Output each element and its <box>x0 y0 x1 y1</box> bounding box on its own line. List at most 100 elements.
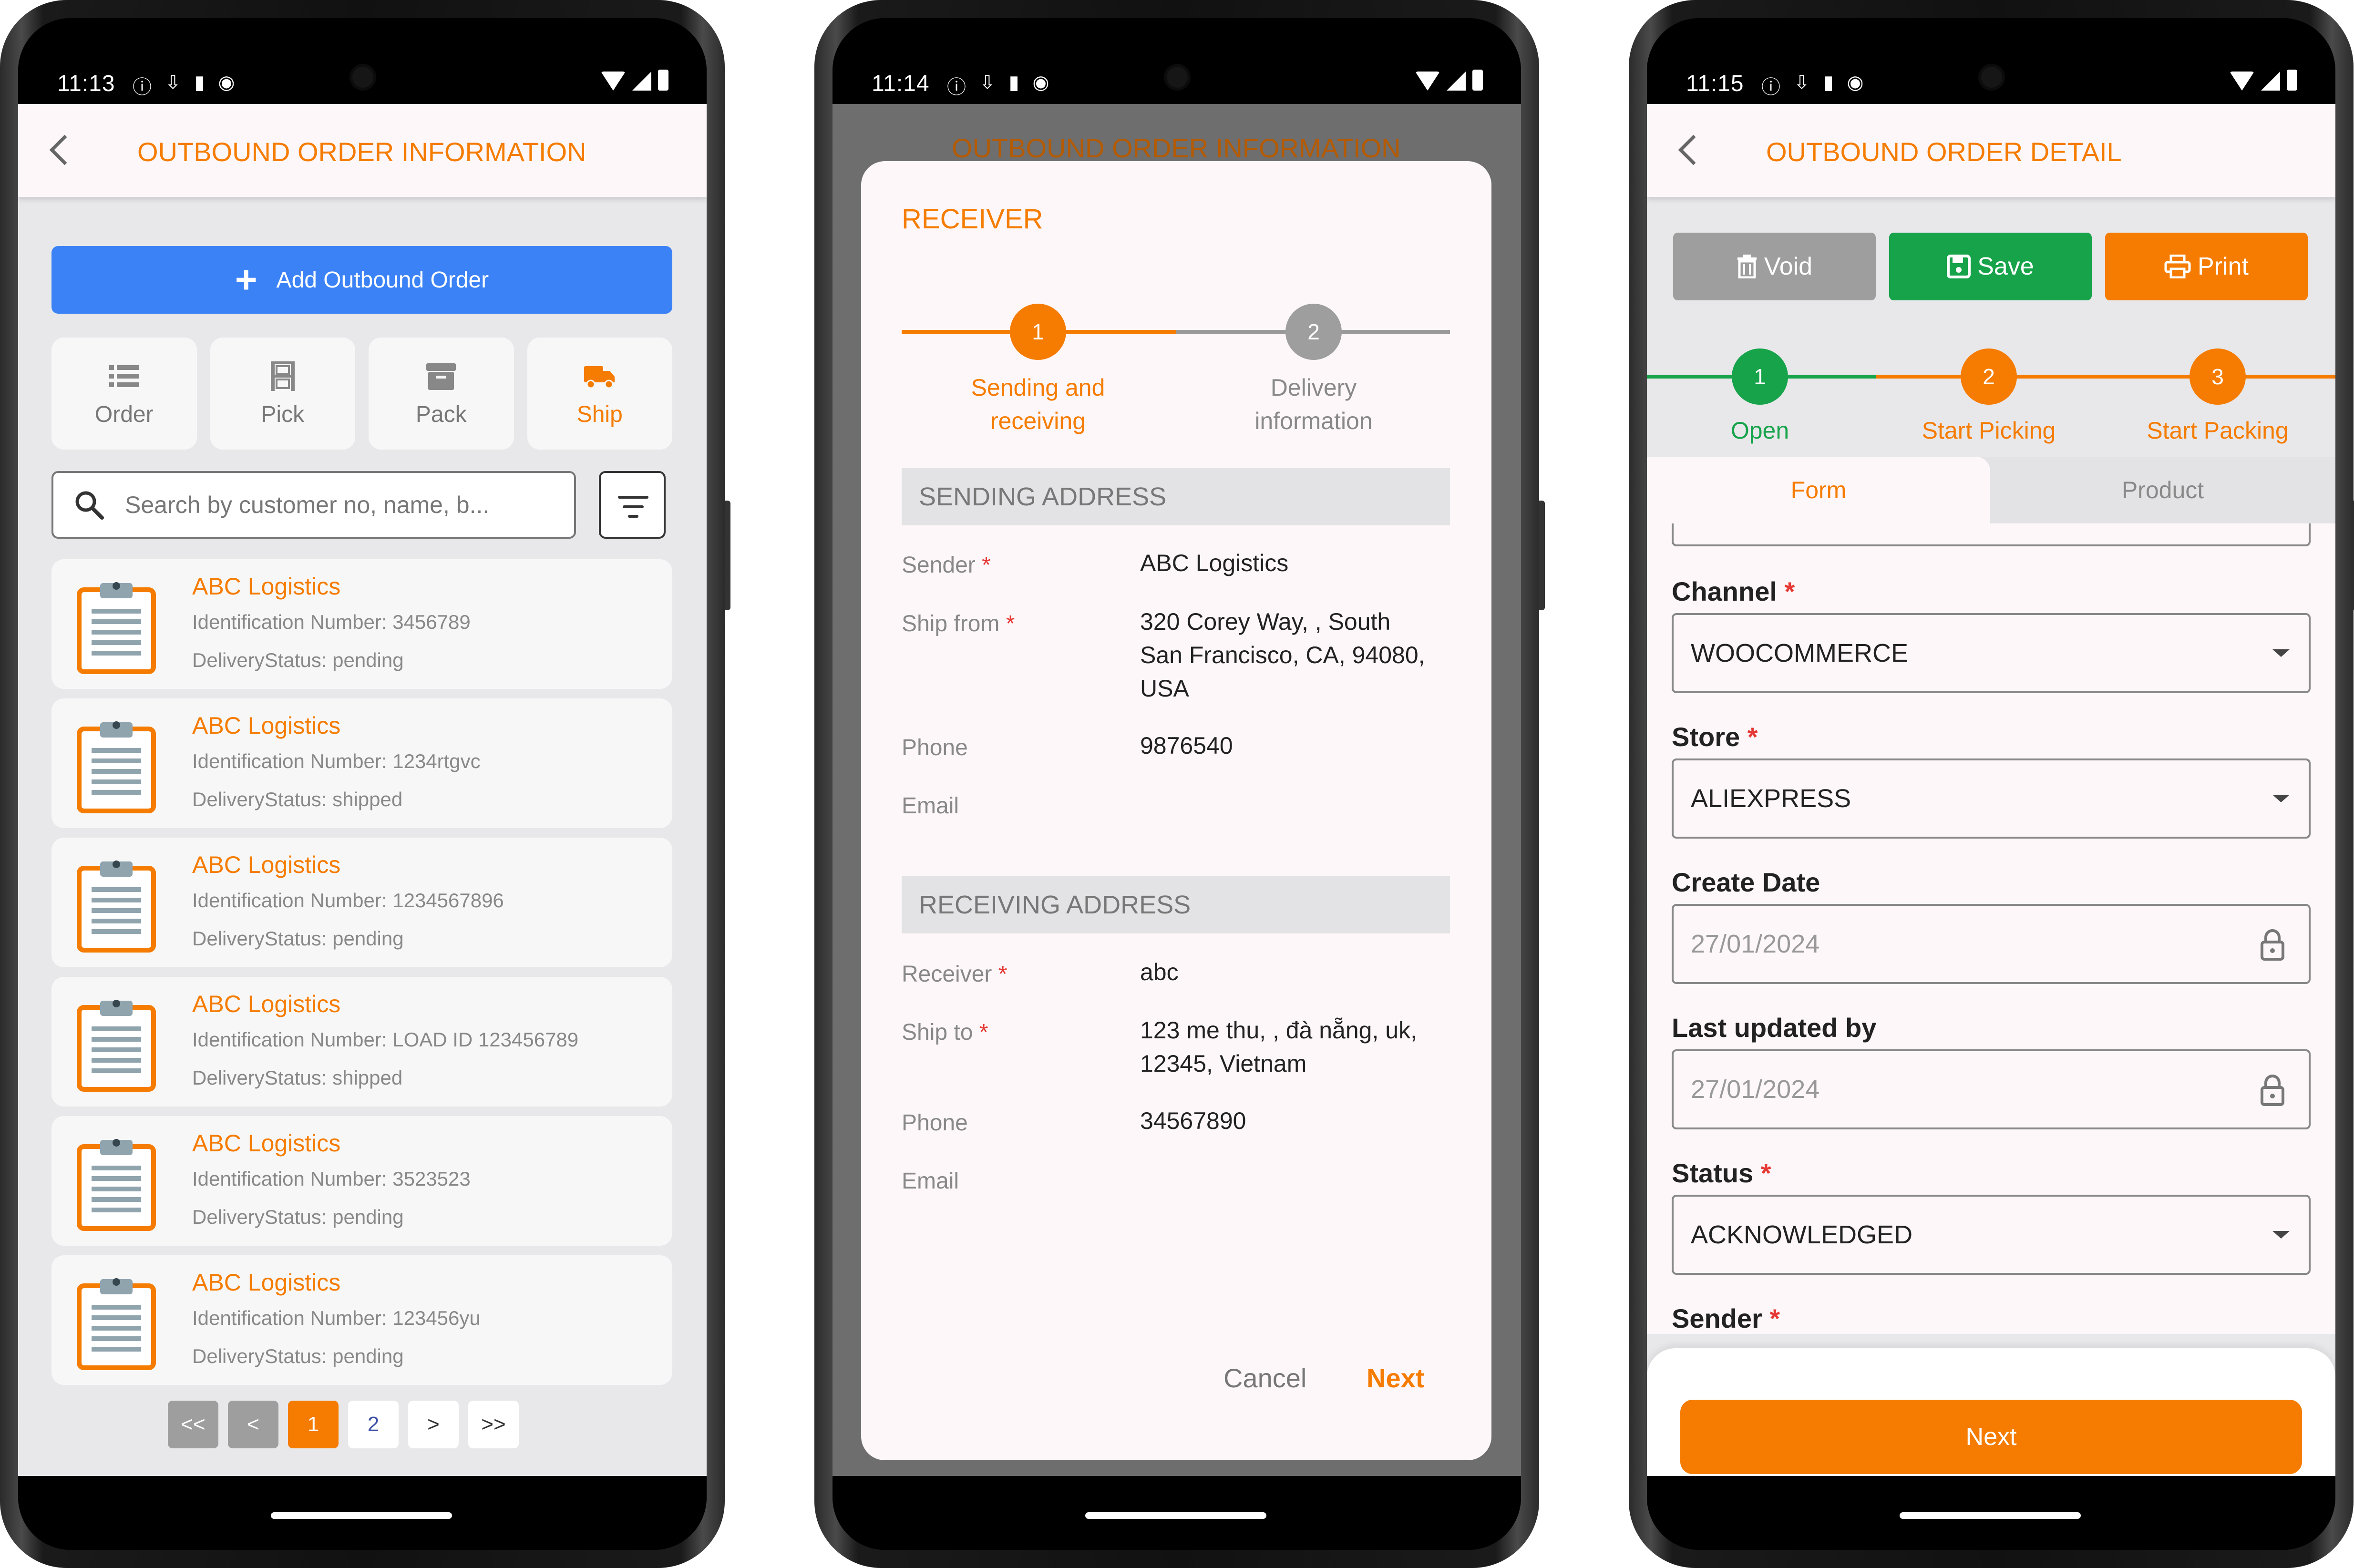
truck-icon <box>584 366 615 389</box>
ship-from-line3: USA <box>1140 675 1189 702</box>
filter-button[interactable] <box>599 471 666 539</box>
vpn-icon: ◉ <box>1847 72 1864 93</box>
step-1-label-line2: receiving <box>990 408 1086 434</box>
next-button[interactable]: Next <box>1367 1363 1424 1394</box>
tab-order-label: Order <box>94 402 154 427</box>
order-status: DeliveryStatus: shipped <box>192 1066 403 1089</box>
truncated-field[interactable] <box>1672 523 2311 546</box>
page-2-button[interactable]: 2 <box>348 1401 399 1448</box>
void-button[interactable]: Void <box>1673 233 1876 300</box>
required-marker: * <box>1006 611 1015 636</box>
home-indicator[interactable] <box>1085 1512 1266 1519</box>
status-select[interactable]: ACKNOWLEDGED <box>1672 1195 2311 1275</box>
order-status: DeliveryStatus: pending <box>192 1345 404 1367</box>
sender-phone-label: Phone <box>902 735 968 760</box>
list-item[interactable]: ABC Logistics Identification Number: 123… <box>51 838 672 967</box>
phone-2: 11:14 ⓘ ⇩ ▮ ◉ OUTBOUND ORDER INFORMATION RE… <box>814 0 1545 1568</box>
vpn-icon: ◉ <box>218 72 235 93</box>
sender-label-text: Sender <box>902 553 976 578</box>
home-indicator[interactable] <box>271 1512 452 1519</box>
battery-icon <box>658 70 668 91</box>
page-title: OUTBOUND ORDER INFORMATION <box>137 137 586 167</box>
order-id: Identification Number: 123456yu <box>192 1307 481 1329</box>
info-icon: ⓘ <box>133 77 152 98</box>
list-icon <box>109 365 139 387</box>
printer-icon <box>2164 255 2191 278</box>
channel-select[interactable]: WOOCOMMERCE <box>1672 613 2311 693</box>
print-button[interactable]: Print <box>2105 233 2308 300</box>
order-customer: ABC Logistics <box>192 1269 341 1296</box>
clipboard-icon <box>77 1278 156 1370</box>
tab-product[interactable]: Product <box>1990 457 2335 523</box>
chevron-down-icon <box>2272 795 2290 802</box>
channel-label: Channel * <box>1672 576 1795 607</box>
receiver-label: Receiver * <box>902 961 1007 987</box>
cancel-button[interactable]: Cancel <box>1223 1363 1306 1394</box>
search-input[interactable]: Search by customer no, name, b... <box>51 471 576 539</box>
status-icons: ⓘ ⇩ ▮ ◉ <box>133 72 235 99</box>
order-customer: ABC Logistics <box>192 573 341 600</box>
store-select[interactable]: ALIEXPRESS <box>1672 758 2311 839</box>
detail-tabs: Form Product <box>1647 457 2335 523</box>
list-item[interactable]: ABC Logistics Identification Number: 352… <box>51 1116 672 1246</box>
list-item[interactable]: ABC Logistics Identification Number: 345… <box>51 559 672 689</box>
print-label: Print <box>2198 253 2249 280</box>
tab-pick[interactable]: Pick <box>210 338 355 450</box>
step-2-circle: 2 <box>1961 348 2017 405</box>
order-id: Identification Number: 3523523 <box>192 1168 471 1190</box>
page-1-button[interactable]: 1 <box>288 1401 339 1448</box>
last-page-button[interactable]: >> <box>468 1401 519 1448</box>
app-bar: OUTBOUND ORDER INFORMATION <box>18 104 707 197</box>
battery-icon <box>1472 70 1483 91</box>
next-page-button[interactable]: > <box>408 1401 459 1448</box>
tab-ship[interactable]: Ship <box>527 338 672 450</box>
status-bar: 11:14 ⓘ ⇩ ▮ ◉ <box>833 18 1521 104</box>
clipboard-icon <box>77 1000 156 1092</box>
ship-to-line1: 123 me thu, , đà nẵng, uk, <box>1140 1017 1417 1044</box>
cellular-icon <box>2261 72 2280 91</box>
tab-order[interactable]: Order <box>51 338 197 450</box>
ship-from-line2: San Francisco, CA, 94080, <box>1140 642 1425 668</box>
save-button[interactable]: Save <box>1889 233 2092 300</box>
back-icon[interactable] <box>1673 133 1706 166</box>
home-indicator[interactable] <box>1900 1512 2081 1519</box>
ship-from-label: Ship from * <box>902 611 1015 637</box>
tab-pack[interactable]: Pack <box>369 338 514 450</box>
gesture-bar <box>18 1476 707 1550</box>
required-marker: * <box>998 962 1007 987</box>
back-icon[interactable] <box>44 133 78 166</box>
clipboard-icon <box>77 721 156 813</box>
info-icon: ⓘ <box>1761 77 1780 98</box>
last-updated-field: 27/01/2024 <box>1672 1049 2311 1129</box>
order-customer: ABC Logistics <box>192 712 341 739</box>
order-status: DeliveryStatus: shipped <box>192 788 403 810</box>
create-date-label: Create Date <box>1672 867 1820 897</box>
power-button <box>725 501 730 610</box>
power-button <box>1539 501 1545 610</box>
add-outbound-order-button[interactable]: + Add Outbound Order <box>51 246 672 314</box>
prev-page-button[interactable]: < <box>228 1401 278 1448</box>
order-form: Channel * WOOCOMMERCE Store * ALIEXPRESS… <box>1647 523 2335 1334</box>
list-item[interactable]: ABC Logistics Identification Number: 123… <box>51 698 672 828</box>
sender-label-text: Sender <box>1672 1303 1762 1333</box>
list-item[interactable]: ABC Logistics Identification Number: 123… <box>51 1255 672 1385</box>
step-2-label-line2: information <box>1254 408 1373 434</box>
wifi-icon <box>2230 72 2254 91</box>
download-icon: ⇩ <box>979 72 996 93</box>
phone-1-screen: 11:13 ⓘ ⇩ ▮ ◉ OUTBOUND ORDER INFORMATION + … <box>18 18 707 1550</box>
tab-form[interactable]: Form <box>1647 457 1990 523</box>
next-button[interactable]: Next <box>1680 1400 2302 1474</box>
list-item[interactable]: ABC Logistics Identification Number: LOA… <box>51 977 672 1107</box>
cellular-icon <box>632 72 651 91</box>
last-updated-label: Last updated by <box>1672 1013 1877 1043</box>
signal-icons <box>601 70 668 91</box>
order-status: DeliveryStatus: pending <box>192 927 404 950</box>
ship-from-line1: 320 Corey Way, , South <box>1140 608 1391 635</box>
receiving-address-header: RECEIVING ADDRESS <box>902 876 1450 933</box>
plus-icon: + <box>235 258 257 301</box>
step-1-label: Open <box>1730 417 1789 444</box>
sd-card-icon: ▮ <box>1008 72 1019 93</box>
sender-value: ABC Logistics <box>1140 550 1289 576</box>
step-1-label-line1: Sending and <box>971 374 1105 401</box>
first-page-button[interactable]: << <box>168 1401 218 1448</box>
